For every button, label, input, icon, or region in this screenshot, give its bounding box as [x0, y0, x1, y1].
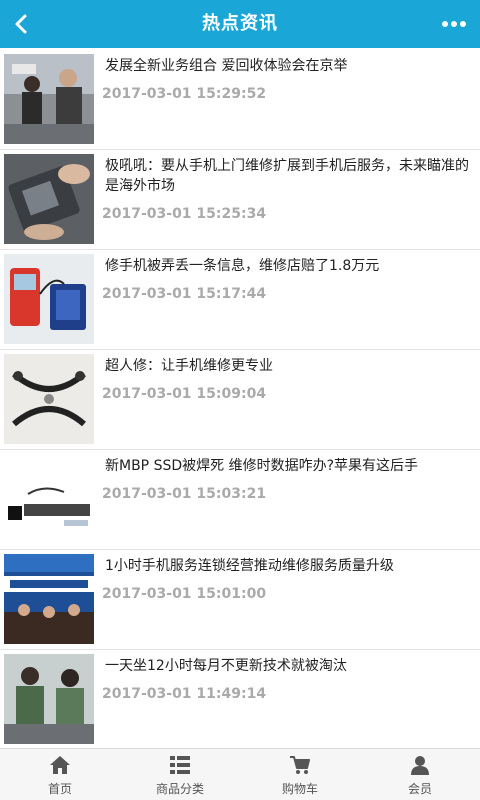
news-date: 2017-03-01 11:49:14: [102, 686, 267, 702]
list-icon: [170, 756, 190, 774]
news-date: 2017-03-01 15:09:04: [102, 386, 267, 402]
news-thumbnail: [4, 554, 94, 644]
tab-label: 会员: [407, 782, 432, 796]
news-thumbnail: [4, 454, 94, 544]
news-title: 一天坐12小时每月不更新技术就被淘汰: [105, 658, 347, 674]
news-date: 2017-03-01 15:01:00: [102, 586, 267, 602]
tab-home[interactable]: 首页: [0, 749, 120, 800]
news-thumbnail: [4, 354, 94, 444]
news-item[interactable]: 新MBP SSD被焊死 维修时数据咋办?苹果有这后手 2017-03-01 15…: [0, 450, 480, 550]
news-item[interactable]: 一天坐12小时每月不更新技术就被淘汰 2017-03-01 11:49:14: [0, 650, 480, 750]
app-header: 热点资讯: [0, 0, 480, 48]
page-title: 热点资讯: [202, 13, 278, 34]
news-title: 发展全新业务组合 爱回收体验会在京举: [105, 58, 348, 74]
news-item[interactable]: 1小时手机服务连锁经营推动维修服务质量升级 2017-03-01 15:01:0…: [0, 550, 480, 650]
home-icon: [50, 756, 70, 774]
cart-icon: [290, 756, 310, 774]
news-date: 2017-03-01 15:25:34: [102, 206, 267, 222]
tab-categories[interactable]: 商品分类: [120, 749, 240, 800]
tab-label: 购物车: [281, 782, 318, 796]
news-title: 超人修：让手机维修更专业: [105, 358, 273, 374]
tab-cart[interactable]: 购物车: [240, 749, 360, 800]
news-thumbnail: [4, 54, 94, 144]
news-item[interactable]: 发展全新业务组合 爱回收体验会在京举 2017-03-01 15:29:52: [0, 50, 480, 150]
news-thumbnail: [4, 254, 94, 344]
news-title: 修手机被弄丢一条信息，维修店赔了1.8万元: [105, 258, 380, 274]
news-list: 发展全新业务组合 爱回收体验会在京举 2017-03-01 15:29:52 极…: [0, 50, 480, 750]
news-date: 2017-03-01 15:29:52: [102, 86, 267, 102]
news-date: 2017-03-01 15:03:21: [102, 486, 267, 502]
tab-label: 首页: [47, 782, 72, 796]
news-date: 2017-03-01 15:17:44: [102, 286, 267, 302]
news-item[interactable]: 超人修：让手机维修更专业 2017-03-01 15:09:04: [0, 350, 480, 450]
news-item[interactable]: 修手机被弄丢一条信息，维修店赔了1.8万元 2017-03-01 15:17:4…: [0, 250, 480, 350]
news-thumbnail: [4, 654, 94, 744]
news-item[interactable]: 极吼吼：要从手机上门维修扩展到手机后服务，未来瞄准的是海外市场 2017-03-…: [0, 150, 480, 250]
news-title: 极吼吼：要从手机上门维修扩展到手机后服务，未来瞄准的是海外市场: [105, 158, 469, 194]
bottom-tab-bar: 首页 商品分类 购物车 会员: [0, 748, 480, 800]
tab-member[interactable]: 会员: [360, 749, 480, 800]
user-icon: [411, 756, 429, 775]
news-title: 1小时手机服务连锁经营推动维修服务质量升级: [105, 558, 394, 574]
tab-label: 商品分类: [155, 782, 204, 796]
more-icon[interactable]: [440, 12, 468, 36]
news-title: 新MBP SSD被焊死 维修时数据咋办?苹果有这后手: [105, 458, 419, 474]
news-thumbnail: [4, 154, 94, 244]
